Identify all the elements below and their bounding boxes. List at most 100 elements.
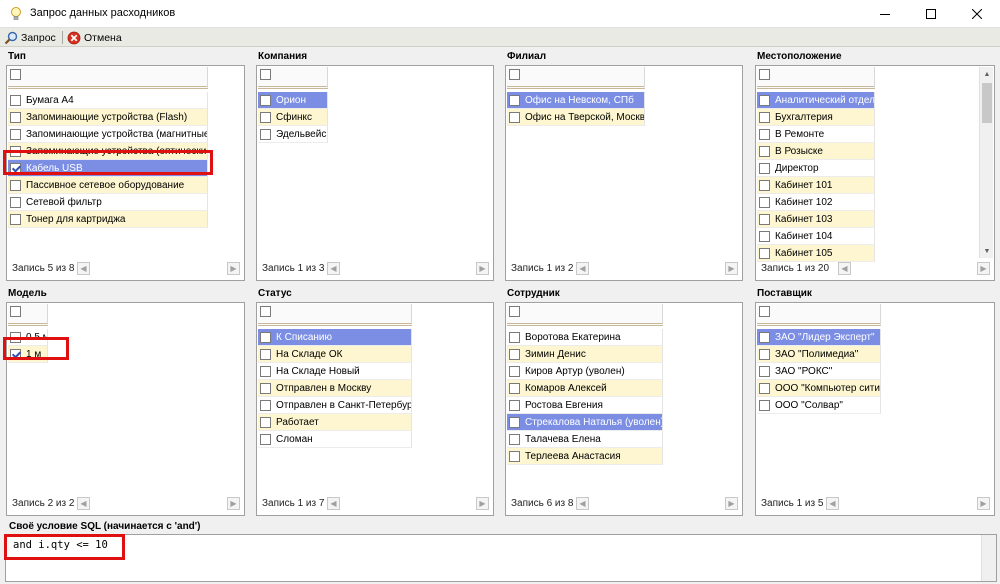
list-item[interactable]: Отправлен в Москву (258, 380, 412, 397)
list-item[interactable]: Орион (258, 92, 328, 109)
list-item[interactable]: Кабель USB (8, 160, 208, 177)
item-checkbox[interactable] (509, 365, 520, 377)
list-item[interactable]: К Списанию (258, 329, 412, 346)
item-checkbox[interactable] (509, 331, 520, 343)
list-item[interactable]: ЗАО "Лидер Эксперт" (757, 329, 881, 346)
vertical-scrollbar[interactable]: ▲ ▼ (979, 67, 993, 258)
list-item[interactable]: В Розыске (757, 143, 875, 160)
list-item[interactable]: Комаров Алексей (507, 380, 663, 397)
list-item[interactable]: На Складе Новый (258, 363, 412, 380)
list-item[interactable]: ООО "Солвар" (757, 397, 881, 414)
next-record-button[interactable]: ▶ (227, 497, 240, 510)
sql-scrollbar[interactable] (981, 535, 996, 581)
cancel-button[interactable]: Отмена (67, 29, 122, 46)
list-item[interactable]: Ростова Евгения (507, 397, 663, 414)
list-item[interactable]: Аналитический отдел (757, 92, 875, 109)
item-checkbox[interactable] (10, 331, 21, 343)
item-checkbox[interactable] (10, 179, 21, 191)
list-item[interactable]: Зимин Денис (507, 346, 663, 363)
next-record-button[interactable]: ▶ (227, 262, 240, 275)
item-checkbox[interactable] (759, 247, 770, 259)
item-checkbox[interactable] (759, 365, 770, 377)
item-checkbox[interactable] (759, 331, 770, 343)
next-record-button[interactable]: ▶ (725, 497, 738, 510)
next-record-button[interactable]: ▶ (977, 262, 990, 275)
item-checkbox[interactable] (260, 111, 271, 123)
prev-record-button[interactable]: ◀ (838, 262, 851, 275)
item-checkbox[interactable] (509, 111, 520, 123)
item-checkbox[interactable] (759, 179, 770, 191)
prev-record-button[interactable]: ◀ (576, 262, 589, 275)
item-checkbox[interactable] (759, 399, 770, 411)
item-checkbox[interactable] (10, 111, 21, 123)
item-checkbox[interactable] (10, 145, 21, 157)
list-item[interactable]: Эдельвейс (258, 126, 328, 143)
item-checkbox[interactable] (260, 128, 271, 140)
item-checkbox[interactable] (759, 348, 770, 360)
item-checkbox[interactable] (260, 348, 271, 360)
item-checkbox[interactable] (10, 196, 21, 208)
list-item[interactable]: Киров Артур (уволен) (507, 363, 663, 380)
item-checkbox[interactable] (759, 128, 770, 140)
list-item[interactable]: Запоминающие устройства (магнитные) (8, 126, 208, 143)
prev-record-button[interactable]: ◀ (327, 262, 340, 275)
list-item[interactable]: Работает (258, 414, 412, 431)
list-item[interactable]: Кабинет 105 (757, 245, 875, 262)
item-checkbox[interactable] (759, 94, 770, 106)
list-item[interactable]: Кабинет 102 (757, 194, 875, 211)
prev-record-button[interactable]: ◀ (327, 497, 340, 510)
item-checkbox[interactable] (509, 94, 520, 106)
item-checkbox[interactable] (10, 213, 21, 225)
list-item[interactable]: В Ремонте (757, 126, 875, 143)
list-item[interactable]: На Складе ОК (258, 346, 412, 363)
list-item[interactable]: Кабинет 104 (757, 228, 875, 245)
list-item[interactable]: Стрекалова Наталья (уволен) (507, 414, 663, 431)
list-item[interactable]: ООО "Компьютер сити" (757, 380, 881, 397)
list-item[interactable]: Офис на Невском, СПб (507, 92, 645, 109)
item-checkbox[interactable] (759, 145, 770, 157)
item-checkbox[interactable] (759, 230, 770, 242)
item-checkbox[interactable] (509, 416, 520, 428)
list-item[interactable]: Бухгалтерия (757, 109, 875, 126)
list-item[interactable]: Тонер для картриджа (8, 211, 208, 228)
select-all-checkbox[interactable] (260, 69, 271, 80)
list-item[interactable]: Пассивное сетевое оборудование (8, 177, 208, 194)
select-all-checkbox[interactable] (509, 69, 520, 80)
prev-record-button[interactable]: ◀ (826, 497, 839, 510)
item-checkbox[interactable] (509, 450, 520, 462)
prev-record-button[interactable]: ◀ (576, 497, 589, 510)
list-item[interactable]: Запоминающие устройства (Flash) (8, 109, 208, 126)
select-all-checkbox[interactable] (759, 306, 770, 317)
item-checkbox[interactable] (509, 382, 520, 394)
select-all-checkbox[interactable] (260, 306, 271, 317)
list-item[interactable]: Запоминающие устройства (оптические) (8, 143, 208, 160)
prev-record-button[interactable]: ◀ (77, 497, 90, 510)
item-checkbox[interactable] (509, 433, 520, 445)
item-checkbox[interactable] (10, 348, 21, 360)
item-checkbox[interactable] (10, 162, 21, 174)
list-item[interactable]: ЗАО "Полимедиа" (757, 346, 881, 363)
item-checkbox[interactable] (759, 382, 770, 394)
list-item[interactable]: Воротова Екатерина (507, 329, 663, 346)
list-item[interactable]: Директор (757, 160, 875, 177)
list-item[interactable]: Сломан (258, 431, 412, 448)
list-item[interactable]: Кабинет 101 (757, 177, 875, 194)
list-item[interactable]: Офис на Тверской, Москва (507, 109, 645, 126)
prev-record-button[interactable]: ◀ (77, 262, 90, 275)
item-checkbox[interactable] (759, 213, 770, 225)
select-all-checkbox[interactable] (10, 306, 21, 317)
list-item[interactable]: Отправлен в Санкт-Петербург (258, 397, 412, 414)
maximize-button[interactable] (908, 0, 954, 28)
select-all-checkbox[interactable] (10, 69, 21, 80)
close-button[interactable] (954, 0, 1000, 28)
list-item[interactable]: Сфинкс (258, 109, 328, 126)
scroll-thumb[interactable] (982, 83, 992, 123)
item-checkbox[interactable] (260, 433, 271, 445)
list-item[interactable]: Терлеева Анастасия (507, 448, 663, 465)
list-item[interactable]: Бумага А4 (8, 92, 208, 109)
select-all-checkbox[interactable] (759, 69, 770, 80)
scroll-up-arrow-icon[interactable]: ▲ (980, 67, 994, 81)
next-record-button[interactable]: ▶ (725, 262, 738, 275)
item-checkbox[interactable] (759, 162, 770, 174)
item-checkbox[interactable] (509, 348, 520, 360)
